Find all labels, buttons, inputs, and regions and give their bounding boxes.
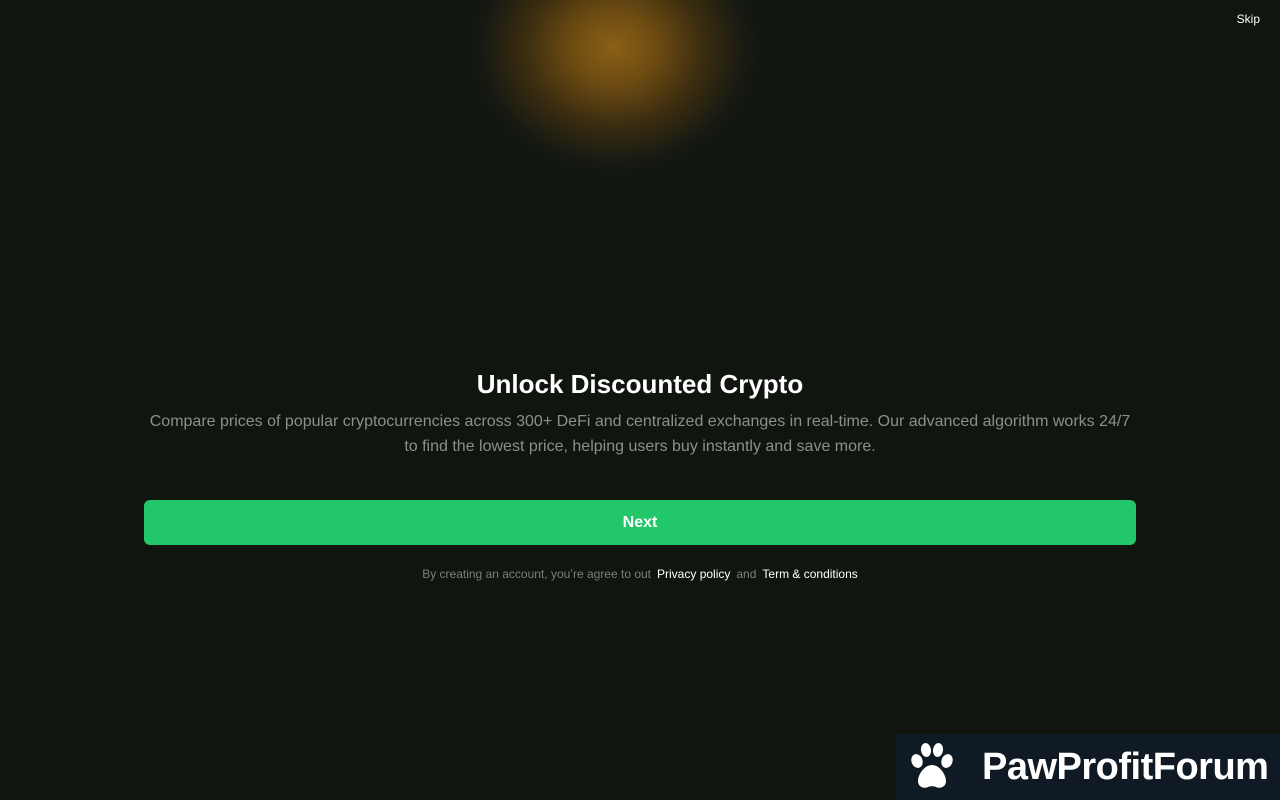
privacy-policy-link[interactable]: Privacy policy bbox=[657, 567, 730, 581]
page-title: Unlock Discounted Crypto bbox=[476, 369, 804, 399]
skip-button[interactable]: Skip bbox=[1237, 12, 1260, 26]
onboarding-screen: Skip Unlock Discounted Crypto Compare pr… bbox=[0, 0, 1280, 800]
description-line-1: Compare prices of popular cryptocurrenci… bbox=[149, 413, 1131, 430]
legal-notice: By creating an account, you’re agree to … bbox=[0, 566, 1280, 582]
watermark-banner: PawProfitForum bbox=[896, 734, 1280, 800]
hero-glow-illustration bbox=[452, 0, 828, 292]
watermark-brand: PawProfitForum bbox=[982, 745, 1269, 788]
next-button[interactable]: Next bbox=[144, 500, 1136, 545]
paw-icon bbox=[911, 743, 953, 788]
page-description: Compare prices of popular cryptocurrenci… bbox=[140, 409, 1140, 459]
description-line-2: to find the lowest price, helping users … bbox=[404, 438, 876, 455]
terms-conditions-link[interactable]: Term & conditions bbox=[762, 567, 857, 581]
legal-prefix: By creating an account, you’re agree to … bbox=[422, 567, 652, 581]
legal-and: and bbox=[736, 567, 757, 581]
